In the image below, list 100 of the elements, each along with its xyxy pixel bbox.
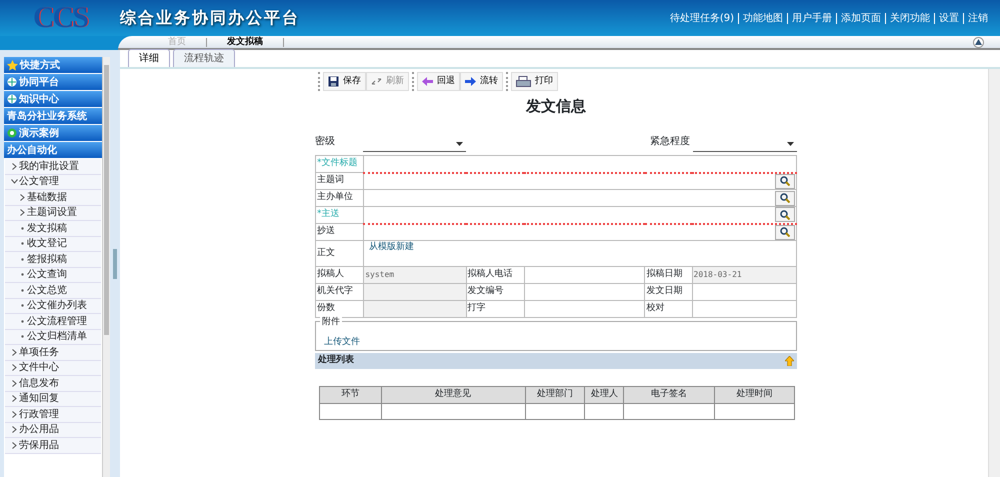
toolbar-button[interactable]: 流转 xyxy=(460,72,503,91)
input-field[interactable] xyxy=(364,206,796,224)
field-label: 主题词 xyxy=(316,172,364,190)
dropdown-caret-icon xyxy=(787,142,794,146)
header-link[interactable]: 注销 xyxy=(963,12,992,24)
search-icon xyxy=(780,193,790,203)
field-label: 密级 xyxy=(315,134,336,149)
field-label: 机关代字 xyxy=(316,284,364,300)
input-field[interactable] xyxy=(692,300,796,318)
sidebar-section[interactable]: 快捷方式 xyxy=(4,57,102,73)
tree-item[interactable]: 公文总览 xyxy=(5,283,101,298)
tree-item[interactable]: 行政管理 xyxy=(5,407,101,422)
input-field[interactable] xyxy=(692,284,796,300)
up-arrow-icon[interactable] xyxy=(785,356,794,366)
field-label: 抄送 xyxy=(316,224,364,240)
search-icon xyxy=(780,227,790,238)
lookup-button[interactable] xyxy=(775,190,795,206)
lookup-button[interactable] xyxy=(775,174,795,189)
logo: CCS xyxy=(32,1,88,35)
refresh-icon xyxy=(371,77,382,86)
search-icon xyxy=(780,210,790,220)
printer-icon xyxy=(516,76,531,88)
right-arrow-icon xyxy=(465,77,476,86)
field-label: 拟稿人 xyxy=(316,266,364,284)
section-title: 处理列表 xyxy=(318,354,354,368)
header-link[interactable]: 待处理任务(9) xyxy=(666,12,738,24)
toolbar-button[interactable]: 保存 xyxy=(323,72,366,91)
lookup-button[interactable] xyxy=(775,207,795,222)
dropdown-caret-icon xyxy=(456,142,463,146)
tree-item[interactable]: 通知回复 xyxy=(5,392,101,407)
sidebar-section[interactable]: 办公自动化 xyxy=(4,142,102,158)
tree-item[interactable]: 单项任务 xyxy=(5,345,101,360)
input-field[interactable] xyxy=(364,300,466,318)
input-field[interactable] xyxy=(364,172,796,190)
field-label: 正文 xyxy=(316,240,364,266)
header-link[interactable]: 用户手册 xyxy=(787,12,836,24)
input-field[interactable] xyxy=(524,284,645,300)
content-tab[interactable]: 流程轨迹 xyxy=(173,49,235,67)
left-arrow-icon xyxy=(422,77,433,86)
field-label: *文件标题 xyxy=(316,156,364,172)
tree-item[interactable]: 公文管理 xyxy=(5,174,101,190)
column-header: 环节 xyxy=(320,386,382,403)
tree-item[interactable]: 发文拟稿 xyxy=(5,221,101,236)
field-label: 主办单位 xyxy=(316,190,364,206)
field-label: *主送 xyxy=(316,206,364,224)
sidebar-section[interactable]: 青岛分社业务系统 xyxy=(4,108,102,124)
input-field[interactable] xyxy=(364,224,796,240)
collapse-icon[interactable] xyxy=(973,36,984,48)
input-field[interactable] xyxy=(364,156,796,172)
splitter-handle[interactable] xyxy=(113,248,117,278)
column-header: 处理时间 xyxy=(714,386,794,403)
tree-item[interactable]: 公文催办列表 xyxy=(5,298,101,314)
input-field[interactable] xyxy=(364,284,466,300)
tree-item[interactable]: 主题词设置 xyxy=(5,206,101,221)
tree-item[interactable]: 签报拟稿 xyxy=(5,252,101,268)
template-link[interactable]: 从模版新建 xyxy=(369,242,414,252)
tree-item[interactable]: 我的审批设置 xyxy=(5,159,101,174)
upload-link[interactable]: 上传文件 xyxy=(324,337,360,347)
input-field[interactable]: system xyxy=(364,266,466,284)
tree-item[interactable]: 收文登记 xyxy=(5,236,101,252)
field-label: 发文日期 xyxy=(644,284,692,300)
tree-item[interactable]: 公文流程管理 xyxy=(5,314,101,330)
input-field[interactable]: 2018-03-21 xyxy=(692,266,796,284)
tree-item[interactable]: 文件中心 xyxy=(5,360,101,376)
scrollbar[interactable] xyxy=(988,69,1000,477)
input-field[interactable] xyxy=(364,190,796,206)
content-tab[interactable]: 详细 xyxy=(128,49,170,67)
field-label: 紧急程度 xyxy=(650,134,691,149)
tree-item[interactable]: 信息发布 xyxy=(5,376,101,392)
scrollbar[interactable] xyxy=(102,57,110,477)
header-link[interactable]: 功能地图 xyxy=(738,12,787,24)
search-icon xyxy=(780,176,790,186)
tree-item[interactable]: 劳保用品 xyxy=(5,438,101,454)
sidebar-section[interactable]: 演示案例 xyxy=(4,125,102,141)
sidebar-section[interactable]: 协同平台 xyxy=(4,74,102,90)
tree-item[interactable]: 公文归档清单 xyxy=(5,330,101,345)
column-header: 处理部门 xyxy=(525,386,585,403)
column-header: 处理意见 xyxy=(381,386,526,403)
form-title: 发文信息 xyxy=(524,97,587,116)
lookup-button[interactable] xyxy=(775,224,795,240)
star-icon xyxy=(7,60,18,70)
header-link[interactable]: 添加页面 xyxy=(836,12,885,24)
tree-item[interactable]: 基础数据 xyxy=(5,190,101,206)
input-field[interactable] xyxy=(524,266,645,284)
page-tab[interactable]: 发文拟稿 xyxy=(207,38,284,46)
header-link[interactable]: 关闭功能 xyxy=(885,12,934,24)
tree-item[interactable]: 公文查询 xyxy=(5,268,101,283)
column-header: 电子签名 xyxy=(624,386,714,403)
field-label: 发文编号 xyxy=(466,284,524,300)
header-link[interactable]: 设置 xyxy=(934,12,963,24)
toolbar-button[interactable]: 打印 xyxy=(511,72,558,91)
sidebar-section[interactable]: 知识中心 xyxy=(4,91,102,107)
input-field[interactable] xyxy=(524,300,645,318)
column-header: 处理人 xyxy=(584,386,624,403)
field-label: 拟稿人电话 xyxy=(466,266,524,284)
field-label: 拟稿日期 xyxy=(644,266,692,284)
tree-item[interactable]: 办公用品 xyxy=(5,422,101,438)
field-label: 校对 xyxy=(644,300,692,318)
toolbar-button[interactable]: 回退 xyxy=(417,72,460,91)
app-title: 综合业务协同办公平台 xyxy=(120,8,300,28)
